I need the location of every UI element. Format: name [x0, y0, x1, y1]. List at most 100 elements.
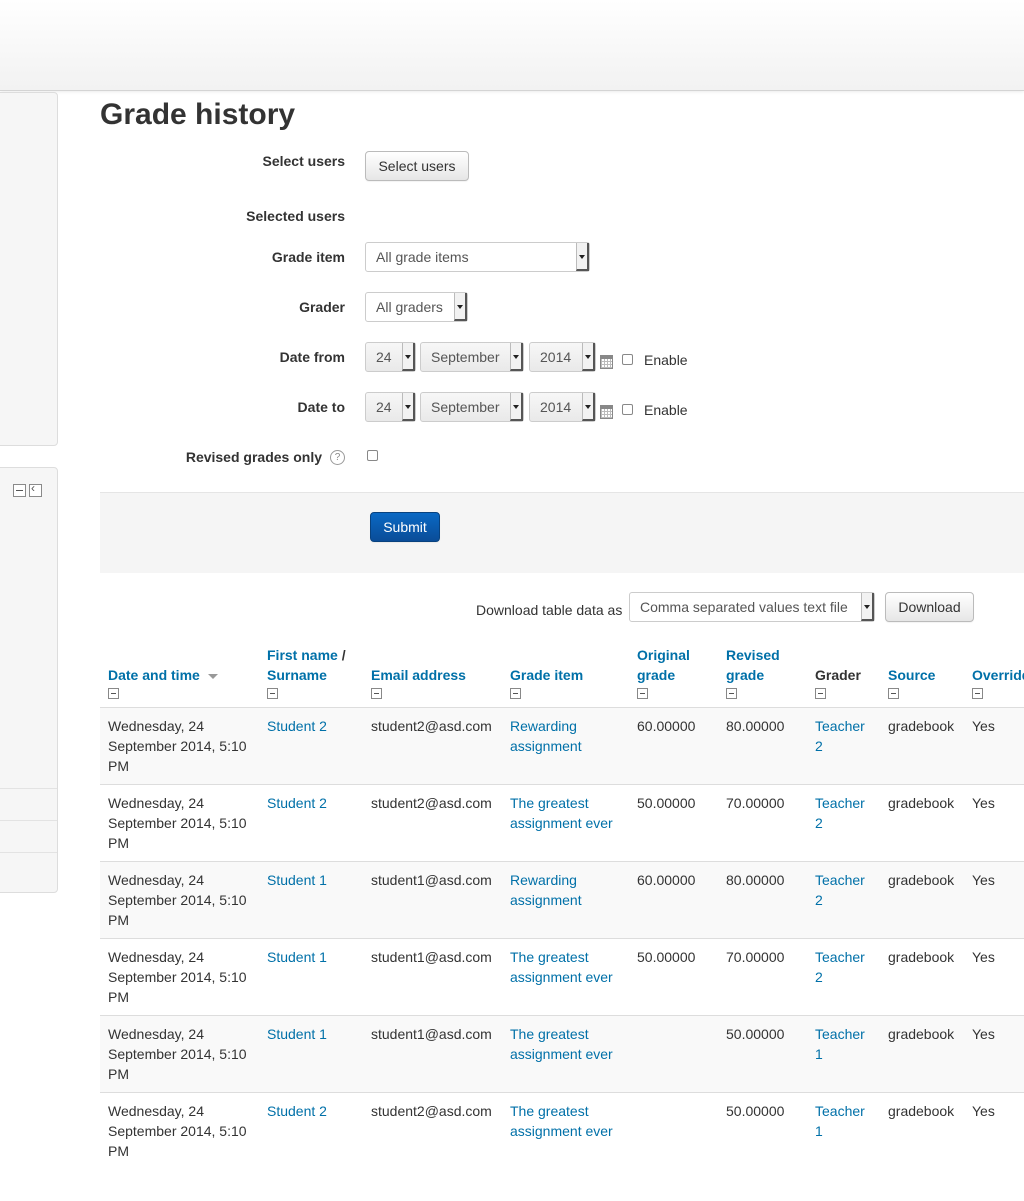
user-link[interactable]: Student 1	[267, 1026, 327, 1042]
cell-source: gradebook	[880, 707, 964, 785]
submit-button[interactable]: Submit	[370, 512, 440, 542]
date-to-year-select[interactable]: 2014	[529, 392, 596, 422]
grade-item-link[interactable]: The greatest assignment ever	[510, 1103, 613, 1139]
left-block-settings	[0, 467, 58, 893]
hide-column-icon[interactable]	[726, 688, 737, 699]
grader-link[interactable]: Teacher 2	[815, 872, 865, 908]
date-from-month-select[interactable]: September	[420, 342, 524, 372]
col-revised-grade[interactable]: Revised grade	[718, 640, 807, 708]
cell-source: gradebook	[880, 784, 964, 862]
hide-column-icon[interactable]	[371, 688, 382, 699]
date-from-day-select[interactable]: 24	[365, 342, 416, 372]
col-source-label[interactable]: Source	[888, 667, 935, 683]
user-link[interactable]: Student 2	[267, 795, 327, 811]
cell-grade-item: The greatest assignment ever	[502, 1015, 629, 1093]
col-email[interactable]: Email address	[363, 640, 502, 708]
cell-revised-grade: 80.00000	[718, 707, 807, 785]
calendar-icon[interactable]	[600, 355, 613, 369]
cell-grade-item: Rewarding assignment	[502, 861, 629, 939]
chevron-down-icon	[402, 343, 415, 371]
date-to-month-select[interactable]: September	[420, 392, 524, 422]
grader-link[interactable]: Teacher 1	[815, 1026, 865, 1062]
selected-users-label: Selected users	[246, 208, 345, 224]
grade-item-link[interactable]: The greatest assignment ever	[510, 1026, 613, 1062]
col-grade-item[interactable]: Grade item	[502, 640, 629, 708]
user-link[interactable]: Student 1	[267, 949, 327, 965]
user-link[interactable]: Student 2	[267, 1103, 327, 1119]
dock-block-icon[interactable]	[29, 481, 42, 497]
date-to-year-value: 2014	[540, 399, 572, 415]
grader-link[interactable]: Teacher 2	[815, 795, 865, 831]
cell-overridden: Yes	[964, 1015, 1024, 1093]
col-source[interactable]: Source	[880, 640, 964, 708]
block-divider	[0, 852, 57, 853]
hide-column-icon[interactable]	[510, 688, 521, 699]
cell-revised-grade: 70.00000	[718, 938, 807, 1016]
date-to-enable-checkbox[interactable]	[622, 404, 633, 415]
col-original-grade[interactable]: Original grade	[629, 640, 718, 708]
col-name-separator: /	[337, 647, 346, 663]
grade-item-link[interactable]: The greatest assignment ever	[510, 949, 613, 985]
download-format-value: Comma separated values text file	[640, 599, 848, 615]
col-surname-label[interactable]: Surname	[267, 667, 327, 683]
hide-column-icon[interactable]	[637, 688, 648, 699]
calendar-icon[interactable]	[600, 405, 613, 419]
user-link[interactable]: Student 1	[267, 872, 327, 888]
date-from-year-select[interactable]: 2014	[529, 342, 596, 372]
grader-label-text: Grader	[299, 299, 345, 315]
col-email-label[interactable]: Email address	[371, 667, 466, 683]
help-icon[interactable]: ?	[330, 449, 345, 465]
col-original-label[interactable]: Original grade	[637, 647, 690, 683]
col-overridden-label[interactable]: Overridden	[972, 667, 1024, 683]
hide-column-icon[interactable]	[108, 688, 119, 699]
cell-original-grade: 60.00000	[629, 707, 718, 785]
grade-item-select[interactable]: All grade items	[365, 242, 590, 272]
cell-source: gradebook	[880, 1092, 964, 1169]
col-overridden[interactable]: Overridden	[964, 640, 1024, 708]
col-revised-label[interactable]: Revised grade	[726, 647, 780, 683]
cell-name: Student 2	[259, 707, 363, 785]
date-to-label: Date to	[298, 399, 345, 415]
hide-column-icon[interactable]	[888, 688, 899, 699]
date-to-day-select[interactable]: 24	[365, 392, 416, 422]
download-format-select[interactable]: Comma separated values text file	[629, 592, 875, 622]
cell-grader: Teacher 2	[807, 861, 880, 939]
chevron-down-icon	[402, 393, 415, 421]
cell-date: Wednesday, 24 September 2014, 5:10 PM	[100, 707, 259, 785]
table-row: Wednesday, 24 September 2014, 5:10 PM St…	[100, 1015, 1024, 1093]
cell-email: student2@asd.com	[363, 1092, 502, 1169]
collapse-block-icon[interactable]	[13, 484, 26, 497]
download-button[interactable]: Download	[885, 592, 974, 622]
hide-column-icon[interactable]	[267, 688, 278, 699]
cell-date: Wednesday, 24 September 2014, 5:10 PM	[100, 1092, 259, 1169]
grader-link[interactable]: Teacher 1	[815, 1103, 865, 1139]
cell-grade-item: The greatest assignment ever	[502, 1092, 629, 1169]
cell-revised-grade: 80.00000	[718, 861, 807, 939]
user-link[interactable]: Student 2	[267, 718, 327, 734]
grade-item-link[interactable]: Rewarding assignment	[510, 718, 582, 754]
hide-column-icon[interactable]	[815, 688, 826, 699]
date-from-month-value: September	[431, 349, 500, 365]
cell-grader: Teacher 2	[807, 938, 880, 1016]
col-item-label[interactable]: Grade item	[510, 667, 583, 683]
grader-link[interactable]: Teacher 2	[815, 718, 865, 754]
col-date-and-time[interactable]: Date and time	[100, 640, 259, 708]
cell-grader: Teacher 1	[807, 1092, 880, 1169]
select-users-label: Select users	[263, 153, 346, 169]
grader-link[interactable]: Teacher 2	[815, 949, 865, 985]
col-firstname-label[interactable]: First name	[267, 647, 338, 663]
cell-revised-grade: 50.00000	[718, 1092, 807, 1169]
col-name[interactable]: First name / Surname	[259, 640, 363, 708]
date-from-enable-checkbox[interactable]	[622, 354, 633, 365]
cell-email: student2@asd.com	[363, 707, 502, 785]
grade-item-link[interactable]: Rewarding assignment	[510, 872, 582, 908]
hide-column-icon[interactable]	[972, 688, 983, 699]
grader-select[interactable]: All graders	[365, 292, 468, 322]
select-users-button[interactable]: Select users	[365, 151, 469, 181]
revised-grades-checkbox[interactable]	[367, 450, 378, 461]
grade-item-link[interactable]: The greatest assignment ever	[510, 795, 613, 831]
cell-name: Student 2	[259, 1092, 363, 1169]
cell-email: student1@asd.com	[363, 1015, 502, 1093]
col-date-label[interactable]: Date and time	[108, 667, 200, 683]
form-submit-area	[100, 492, 1024, 573]
